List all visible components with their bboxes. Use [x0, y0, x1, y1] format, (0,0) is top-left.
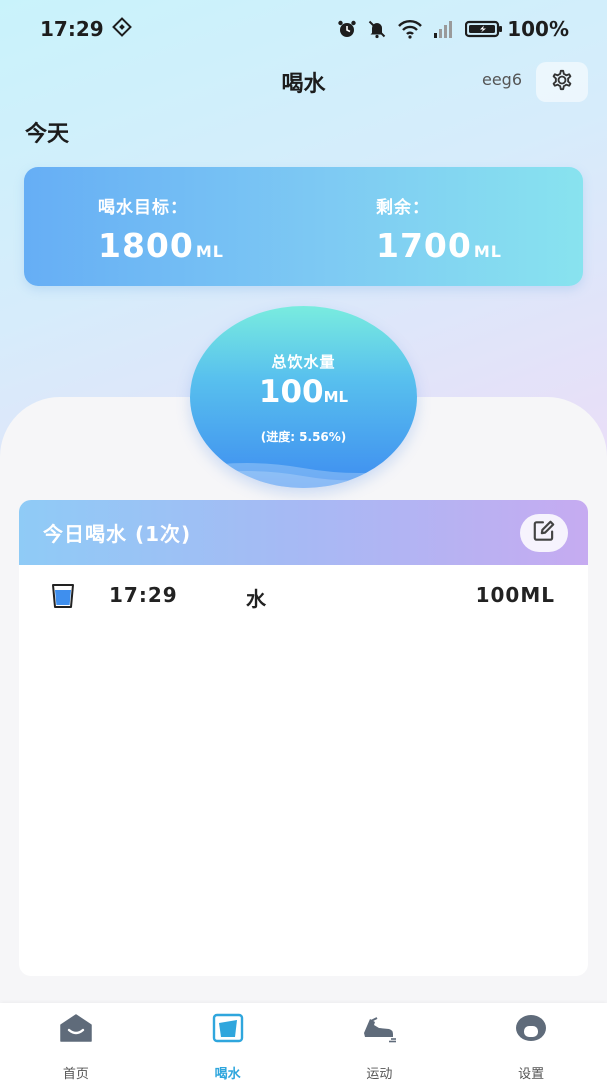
water-cup-icon: [51, 583, 75, 614]
record-amount: 100ML: [475, 583, 555, 607]
water-wave-icon: [190, 463, 417, 488]
profile-face-icon: [514, 1013, 548, 1043]
wifi-icon: [397, 19, 423, 39]
remaining-unit: ML: [473, 242, 502, 261]
record-time: 17:29: [109, 583, 178, 607]
nav-label-drink: 喝水: [214, 1067, 241, 1080]
goal-card: 喝水目标： 1800 ML 剩余： 1700 ML: [24, 167, 583, 286]
user-name: eeg6: [481, 70, 522, 89]
settings-button[interactable]: [536, 62, 588, 102]
battery-indicator: 100%: [465, 17, 569, 41]
bottom-nav: 首页 喝水 运动 设置: [0, 1003, 607, 1080]
nav-label-sport: 运动: [366, 1067, 393, 1080]
home-icon: [59, 1013, 93, 1043]
alarm-icon: [337, 19, 357, 39]
total-intake-value: 100ML: [190, 374, 417, 410]
battery-level: 100%: [507, 17, 569, 41]
list-item[interactable]: 17:29 水 100ML: [19, 565, 588, 625]
records-title: 今日喝水 (1次): [43, 522, 192, 546]
nav-item-settings[interactable]: 设置: [455, 1003, 607, 1080]
goal-unit: ML: [195, 242, 224, 261]
nav-label-settings: 设置: [518, 1067, 545, 1080]
mute-icon: [367, 19, 387, 39]
nav-item-home[interactable]: 首页: [0, 1003, 152, 1080]
remaining-value-number: 1700: [376, 226, 472, 265]
total-intake-unit: ML: [323, 388, 349, 406]
gear-icon: [548, 66, 576, 98]
records-header: 今日喝水 (1次): [19, 500, 588, 565]
today-label: 今天: [25, 122, 70, 147]
battery-icon: [465, 19, 503, 39]
water-cup-icon: [212, 1013, 244, 1043]
nav-item-drink[interactable]: 喝水: [152, 1003, 304, 1080]
total-intake-bubble: 总饮水量 100ML (进度: 5.56%): [190, 306, 417, 488]
goal-value: 1800 ML: [98, 226, 224, 265]
nav-label-home: 首页: [62, 1067, 89, 1080]
remaining-label: 剩余：: [376, 198, 430, 218]
goal-label: 喝水目标：: [98, 198, 188, 218]
progress-text: (进度: 5.56%): [260, 430, 347, 444]
status-bar: 17:29 100%: [0, 0, 607, 58]
edit-button[interactable]: [520, 514, 568, 552]
goal-block: 喝水目标： 1800 ML: [98, 193, 224, 265]
total-intake-number: 100: [258, 374, 324, 410]
remaining-value: 1700 ML: [376, 226, 502, 265]
running-shoe-icon: [361, 1013, 397, 1043]
status-left: 17:29: [40, 16, 132, 42]
app-notification-icon: [111, 16, 132, 42]
total-intake-label: 总饮水量: [271, 353, 336, 371]
signal-icon: [433, 19, 455, 39]
records-card: 今日喝水 (1次) 17:29 水 100ML: [19, 500, 588, 976]
status-time: 17:29: [40, 17, 104, 41]
edit-icon: [531, 518, 557, 548]
goal-value-number: 1800: [98, 226, 194, 265]
status-right: 100%: [337, 17, 569, 41]
nav-item-sport[interactable]: 运动: [304, 1003, 456, 1080]
remaining-block: 剩余： 1700 ML: [376, 193, 502, 265]
page-title: 喝水: [281, 72, 326, 97]
record-drink: 水: [246, 587, 266, 611]
page-header: 喝水 eeg6: [0, 58, 607, 106]
